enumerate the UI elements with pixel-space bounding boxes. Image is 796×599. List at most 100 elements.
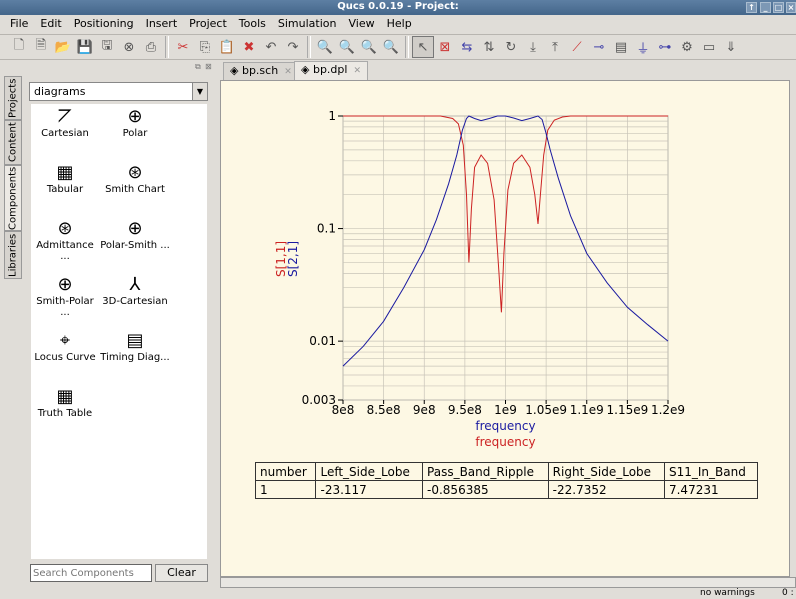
zoom-out-icon[interactable]: 🔍 <box>358 36 380 58</box>
component-label: 3D-Cartesian <box>102 296 168 307</box>
tab-bp-sch[interactable]: ◈ bp.sch ✕ <box>223 62 299 80</box>
save-all-icon[interactable]: 🖫 <box>96 36 118 58</box>
print-icon[interactable]: ⎙ <box>140 36 162 58</box>
tab-label: bp.dpl <box>312 63 348 76</box>
open-icon[interactable]: 📂 <box>52 36 74 58</box>
marker-icon[interactable]: ⇓ <box>720 36 742 58</box>
menu-bar: File Edit Positioning Insert Project Tools Sim… <box>0 15 796 34</box>
x-tick-label: 1.05e9 <box>525 403 567 417</box>
move-down-icon[interactable]: ⤓ <box>522 36 544 58</box>
search-components-input[interactable] <box>30 564 152 582</box>
dock-close-button[interactable]: ⊠ <box>205 62 212 71</box>
close-icon[interactable]: ⊗ <box>118 36 140 58</box>
menu-file[interactable]: File <box>4 15 34 34</box>
shade-button[interactable]: ↑ <box>746 2 757 13</box>
component-label: Locus Curve <box>34 352 96 363</box>
chevron-down-icon[interactable]: ▼ <box>192 83 207 100</box>
close-tab-icon[interactable]: ✕ <box>284 67 292 77</box>
new-icon[interactable]: 🗋 <box>8 36 30 58</box>
delete-icon[interactable]: ✖ <box>238 36 260 58</box>
x-axis-label: frequency <box>475 435 535 449</box>
admittance-icon: ⊛ <box>57 218 73 239</box>
component-label: Polar <box>122 128 148 139</box>
select-icon[interactable]: ↖ <box>412 36 434 58</box>
cut-icon[interactable]: ✂ <box>172 36 194 58</box>
component-3d-cartesian[interactable]: ⅄ 3D-Cartesian <box>100 274 170 307</box>
ground-icon[interactable]: ⏚ <box>632 36 654 58</box>
column-header: number <box>254 462 317 481</box>
component-label: Cartesian <box>41 128 89 139</box>
new-text-icon[interactable]: 🗎 <box>30 36 52 58</box>
category-select[interactable]: diagrams ▼ <box>29 82 208 101</box>
component-list: ⦢ Cartesian ⊕ Polar ▦ Tabular ⊛ Smith Chart ⊛ Adm… <box>31 104 207 559</box>
component-polar-smith[interactable]: ⊕ Polar-Smith ... <box>100 218 170 251</box>
y-tick-label: 1 <box>328 109 336 123</box>
tab-libraries[interactable]: Libraries <box>4 231 22 279</box>
tab-content[interactable]: Content <box>4 120 22 165</box>
3d-cartesian-icon: ⅄ <box>129 274 141 295</box>
tab-bp-dpl[interactable]: ◈ bp.dpl ✕ <box>294 61 368 80</box>
rotate-icon[interactable]: ↻ <box>500 36 522 58</box>
deactivate-icon[interactable]: ⊠ <box>434 36 456 58</box>
y-axis-label: S[2,1] <box>286 241 300 277</box>
timing-diagram-icon: ▤ <box>126 330 144 351</box>
y-tick-label: 0.1 <box>317 222 336 236</box>
simulate-icon[interactable]: ⚙ <box>676 36 698 58</box>
menu-view[interactable]: View <box>342 15 380 34</box>
save-icon[interactable]: 💾 <box>74 36 96 58</box>
port-icon[interactable]: ⊶ <box>654 36 676 58</box>
menu-edit[interactable]: Edit <box>34 15 67 34</box>
equation-icon[interactable]: ▤ <box>610 36 632 58</box>
tab-components[interactable]: Components <box>4 165 22 231</box>
cartesian-diagram[interactable]: 8e8 8.5e8 9e8 9.5e8 1e9 1.05e9 1.1e9 1.15e9 1.2e… <box>221 81 791 451</box>
close-button[interactable]: × <box>786 2 796 13</box>
undo-icon[interactable]: ↶ <box>260 36 282 58</box>
wire-icon[interactable]: ⟋ <box>566 36 588 58</box>
zoom-in-icon[interactable]: 🔍 <box>336 36 358 58</box>
redo-icon[interactable]: ↷ <box>282 36 304 58</box>
tab-label: bp.sch <box>241 64 279 77</box>
component-admittance[interactable]: ⊛ Admittance ... <box>30 218 100 262</box>
zoom-reset-icon[interactable]: 🔍 <box>380 36 402 58</box>
mirror-x-icon[interactable]: ⇆ <box>456 36 478 58</box>
component-smith-polar[interactable]: ⊕ Smith-Polar ... <box>30 274 100 318</box>
schematic-icon: ◈ <box>230 64 242 77</box>
component-smith-chart[interactable]: ⊛ Smith Chart <box>100 162 170 195</box>
toolbar-separator <box>405 36 409 58</box>
minimize-button[interactable]: _ <box>760 2 771 13</box>
document-tabs: ◈ bp.sch ✕ ◈ bp.dpl ✕ <box>220 60 796 80</box>
copy-icon[interactable]: ⎘ <box>194 36 216 58</box>
vertical-scrollbar[interactable] <box>790 80 796 577</box>
component-truth-table[interactable]: ▦ Truth Table <box>30 386 100 419</box>
component-timing-diagram[interactable]: ▤ Timing Diag... <box>100 330 170 363</box>
close-tab-icon[interactable]: ✕ <box>353 66 361 76</box>
paste-icon[interactable]: 📋 <box>216 36 238 58</box>
dock-float-button[interactable]: ⧉ <box>195 62 201 72</box>
menu-project[interactable]: Project <box>183 15 233 34</box>
smith-polar-icon: ⊕ <box>57 274 73 295</box>
component-tabular[interactable]: ▦ Tabular <box>30 162 100 195</box>
component-locus-curve[interactable]: ⌖ Locus Curve <box>30 330 100 363</box>
document-canvas[interactable]: 8e8 8.5e8 9e8 9.5e8 1e9 1.05e9 1.1e9 1.15e9 1.2e… <box>220 80 790 577</box>
menu-insert[interactable]: Insert <box>140 15 184 34</box>
move-up-icon[interactable]: ⤒ <box>544 36 566 58</box>
y-tick-label: 0.003 <box>302 393 336 407</box>
mirror-y-icon[interactable]: ⇅ <box>478 36 500 58</box>
menu-tools[interactable]: Tools <box>233 15 272 34</box>
component-polar-diagram[interactable]: ⊕ Polar <box>100 106 170 139</box>
label-icon[interactable]: ⊸ <box>588 36 610 58</box>
view-data-icon[interactable]: ▭ <box>698 36 720 58</box>
title-bar: Qucs 0.0.19 - Project: ↑ _ □ × <box>0 0 796 15</box>
component-label: Polar-Smith ... <box>100 240 170 251</box>
clear-button[interactable]: Clear <box>155 564 208 582</box>
tab-projects[interactable]: Projects <box>4 76 22 120</box>
display-icon: ◈ <box>301 63 313 76</box>
menu-simulation[interactable]: Simulation <box>272 15 343 34</box>
zoom-fit-icon[interactable]: 🔍 <box>314 36 336 58</box>
component-cartesian-diagram[interactable]: ⦢ Cartesian <box>30 106 100 139</box>
menu-positioning[interactable]: Positioning <box>68 15 140 34</box>
maximize-button[interactable]: □ <box>773 2 784 13</box>
menu-help[interactable]: Help <box>381 15 418 34</box>
column-header: Pass_Band_Ripple <box>422 462 549 481</box>
horizontal-scrollbar[interactable] <box>220 577 796 588</box>
